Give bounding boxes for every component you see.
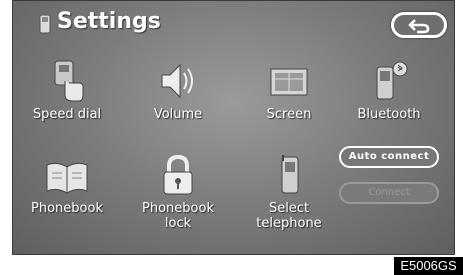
select-telephone-button[interactable]: Select telephone: [243, 153, 335, 231]
page-title: Settings: [57, 9, 161, 34]
figure-code: E5006GS: [394, 257, 463, 275]
bluetooth-label: Bluetooth: [357, 107, 421, 122]
speed-dial-button[interactable]: Speed dial: [21, 59, 113, 122]
back-arrow-icon: [408, 19, 430, 34]
select-telephone-label: Select telephone: [256, 201, 322, 231]
bluetooth-button[interactable]: Bluetooth: [343, 59, 435, 122]
settings-screen: Settings Speed dial Volume Screen Blueto…: [12, 0, 455, 255]
screen-button[interactable]: Screen: [243, 59, 335, 122]
phonebook-icon: [46, 162, 88, 194]
bluetooth-phone-icon: [376, 61, 408, 100]
back-button[interactable]: [391, 12, 447, 38]
speed-dial-label: Speed dial: [32, 107, 102, 122]
screen-icon: [270, 68, 308, 96]
phonebook-label: Phonebook: [31, 201, 103, 216]
volume-button[interactable]: Volume: [132, 59, 224, 122]
connect-button[interactable]: Connect: [339, 182, 439, 204]
volume-icon: [161, 63, 193, 99]
phonebook-button[interactable]: Phonebook: [21, 159, 113, 216]
phonebook-lock-button[interactable]: Phonebook lock: [132, 153, 224, 231]
volume-label: Volume: [153, 107, 203, 122]
phonebook-lock-label: Phonebook lock: [142, 201, 214, 231]
auto-connect-button[interactable]: Auto connect: [339, 146, 439, 168]
telephone-icon: [281, 155, 299, 194]
phone-icon: [39, 14, 51, 34]
lock-icon: [163, 154, 193, 195]
speed-dial-icon: [54, 60, 84, 102]
screen-label: Screen: [266, 107, 312, 122]
